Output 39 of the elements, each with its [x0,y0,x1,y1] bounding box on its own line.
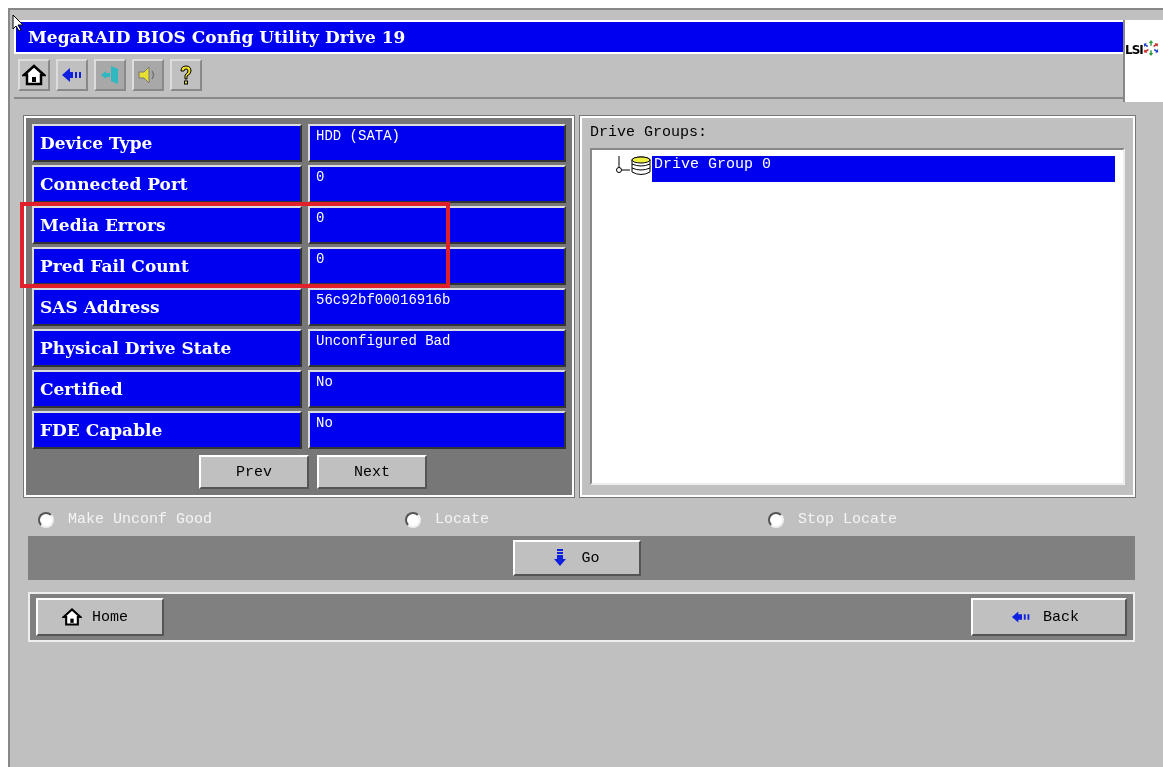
property-label: Device Type [32,124,302,162]
property-value: HDD (SATA) [308,124,566,162]
tree-connector-icon [614,156,630,176]
property-label: SAS Address [32,288,302,326]
panel-heading: Drive Groups: [590,124,709,143]
pager-button[interactable]: Prev [199,455,309,489]
pager-button[interactable]: Next [317,455,427,489]
house-icon [62,607,82,627]
go-button[interactable]: Go [512,540,641,576]
property-label: Physical Drive State [32,329,302,367]
back-toolbar-button[interactable] [56,59,88,91]
window-title: MegaRAID BIOS Config Utility Drive 19 [27,27,406,47]
property-label: FDE Capable [32,411,302,449]
property-label: Connected Port [32,165,302,203]
back-button[interactable]: Back [971,598,1127,636]
logo: LSI [1123,20,1163,102]
property-value: No [308,370,566,408]
help-toolbar-button[interactable] [170,59,202,91]
property-value: Unconfigured Bad [308,329,566,367]
home-button[interactable]: Home [36,598,164,636]
property-value: No [308,411,566,449]
property-value: 56c92bf00016916b [308,288,566,326]
home-toolbar-button[interactable] [18,59,50,91]
property-value: 0 [308,247,566,285]
property-label: Certified [32,370,302,408]
radio-button[interactable] [38,511,54,528]
property-value: 0 [308,206,566,244]
house-icon [22,63,46,87]
database-icon [630,156,652,176]
property-value: 0 [308,165,566,203]
arrow-down-icon [553,549,568,567]
exit-toolbar-button[interactable] [94,59,126,91]
property-label: Pred Fail Count [32,247,302,285]
radio-button[interactable] [768,511,785,528]
arrows-star-icon [1142,38,1159,58]
radio-button[interactable] [404,511,421,528]
tree-item[interactable]: Drive Group 0 [652,156,1115,182]
property-label: Media Errors [32,206,302,244]
speaker-toolbar-button[interactable] [132,59,164,91]
